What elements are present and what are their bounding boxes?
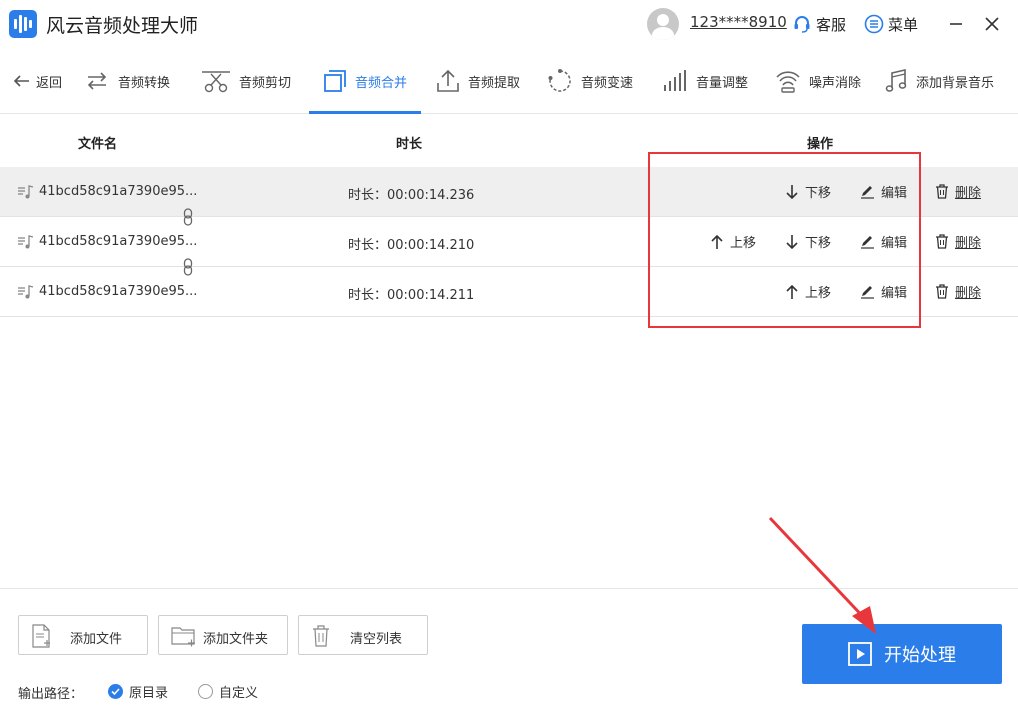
delete-button[interactable]: 删除 [935, 282, 981, 301]
annotation-highlight-box [648, 152, 921, 328]
radio-original-directory[interactable]: 原目录 [108, 682, 168, 701]
volume-bars-icon [664, 70, 686, 91]
file-name: 41bcd58c91a7390e95... [18, 234, 197, 249]
file-name-text: 41bcd58c91a7390e95... [39, 284, 198, 299]
menu-button[interactable]: 菜单 [864, 12, 918, 36]
file-name-text: 41bcd58c91a7390e95... [39, 184, 198, 199]
tab-audio-convert[interactable]: 音频转换 [84, 48, 170, 114]
start-processing-label: 开始处理 [884, 645, 956, 666]
radio-custom-label: 自定义 [219, 686, 259, 701]
start-processing-button[interactable]: 开始处理 [802, 624, 1002, 684]
duration-text: 时长：00:00:14.211 [348, 288, 475, 303]
extract-icon [437, 69, 459, 92]
add-file-button[interactable]: 添加文件 [18, 615, 148, 655]
app-logo-icon [9, 10, 37, 38]
clear-list-label: 清空列表 [350, 632, 403, 647]
music-note-icon [885, 68, 907, 92]
tab-label: 噪声消除 [809, 75, 862, 91]
delete-button[interactable]: 删除 [935, 232, 981, 251]
speed-icon [548, 69, 571, 92]
account-link[interactable]: 123****8910 [690, 13, 787, 31]
radio-custom-directory[interactable]: 自定义 [198, 682, 258, 701]
tab-label: 添加背景音乐 [916, 75, 995, 91]
app-title: 风云音频处理大师 [46, 15, 199, 37]
play-icon [848, 642, 872, 666]
audio-file-icon [18, 234, 34, 248]
noise-icon [776, 71, 800, 93]
title-bar: 风云音频处理大师 123****8910 客服 菜单 [0, 0, 1018, 48]
avatar[interactable] [647, 8, 679, 40]
clear-list-button[interactable]: 清空列表 [298, 615, 428, 655]
trash-icon [936, 234, 948, 249]
merge-icon [324, 70, 346, 92]
file-name: 41bcd58c91a7390e95... [18, 284, 197, 299]
trash-icon [936, 184, 948, 199]
minimize-icon[interactable] [944, 12, 968, 36]
tab-label: 音量调整 [696, 75, 749, 91]
delete-label: 删除 [955, 286, 982, 301]
scissors-icon [202, 71, 230, 93]
audio-file-icon [18, 184, 34, 198]
tab-label: 音频剪切 [239, 75, 292, 91]
tab-audio-merge[interactable]: 音频合并 [308, 48, 422, 114]
delete-button[interactable]: 删除 [935, 182, 981, 201]
arrow-left-icon [13, 75, 29, 87]
radio-unchecked-icon [198, 684, 213, 699]
tab-volume-adjust[interactable]: 音量调整 [662, 48, 748, 114]
back-label: 返回 [36, 75, 63, 91]
close-icon[interactable] [980, 12, 1004, 36]
trash-icon [936, 284, 948, 299]
add-folder-icon [171, 627, 195, 647]
duration-text: 时长：00:00:14.210 [348, 238, 475, 253]
tab-audio-cut[interactable]: 音频剪切 [201, 48, 291, 114]
delete-label: 删除 [955, 186, 982, 201]
trash-icon [313, 625, 329, 647]
duration-text: 时长：00:00:14.236 [348, 188, 475, 203]
column-filename: 文件名 [78, 137, 118, 152]
delete-label: 删除 [955, 236, 982, 251]
tool-nav: 返回 音频转换 音频剪切 音频合并 音频提取 音频变速 音量调整 噪声消除 添加… [0, 48, 1018, 114]
add-file-icon [32, 624, 50, 648]
add-file-label: 添加文件 [70, 632, 123, 647]
column-actions: 操作 [807, 137, 834, 152]
add-folder-label: 添加文件夹 [203, 632, 269, 647]
tab-label: 音频变速 [581, 75, 634, 91]
add-folder-button[interactable]: 添加文件夹 [158, 615, 288, 655]
output-path-label: 输出路径： [18, 687, 84, 702]
menu-label: 菜单 [888, 15, 919, 34]
radio-checked-icon [108, 684, 123, 699]
radio-original-label: 原目录 [129, 686, 169, 701]
tab-label: 音频转换 [118, 75, 171, 91]
tab-audio-extract[interactable]: 音频提取 [436, 48, 520, 114]
customer-service-label: 客服 [816, 15, 847, 34]
menu-list-icon [864, 14, 884, 34]
file-name-text: 41bcd58c91a7390e95... [39, 234, 198, 249]
tab-label: 音频合并 [355, 75, 408, 91]
convert-icon [87, 72, 107, 90]
tab-audio-speed[interactable]: 音频变速 [547, 48, 633, 114]
tab-add-background-music[interactable]: 添加背景音乐 [884, 48, 994, 114]
file-name: 41bcd58c91a7390e95... [18, 184, 197, 199]
tab-noise-removal[interactable]: 噪声消除 [775, 48, 861, 114]
tab-label: 音频提取 [468, 75, 521, 91]
customer-service-button[interactable]: 客服 [792, 12, 846, 36]
audio-file-icon [18, 284, 34, 298]
column-duration: 时长 [396, 137, 423, 152]
headset-icon [794, 16, 810, 33]
back-button[interactable]: 返回 [12, 48, 62, 114]
divider [0, 588, 1018, 589]
